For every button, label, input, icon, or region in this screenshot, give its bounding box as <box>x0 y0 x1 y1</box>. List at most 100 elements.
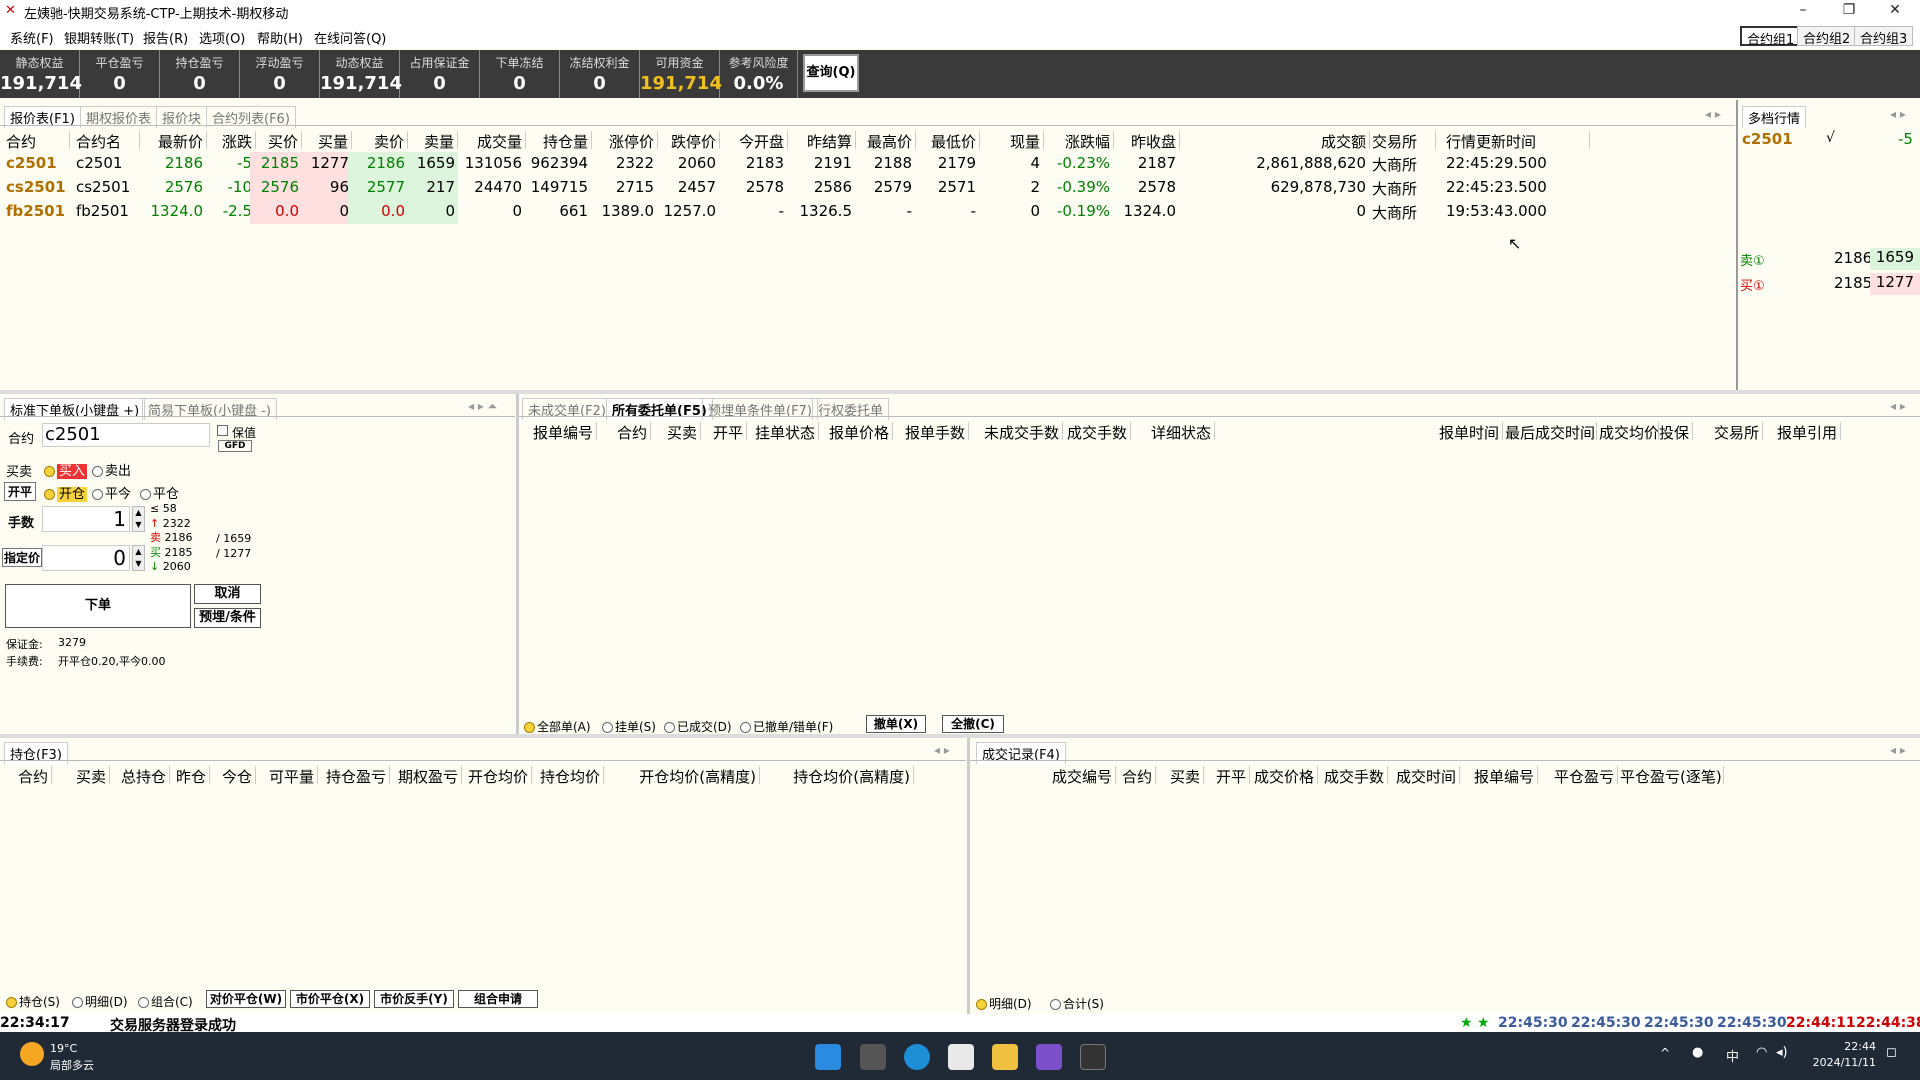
price-input[interactable]: 0 <box>42 545 130 571</box>
header-cell[interactable]: 成交时间 <box>1390 766 1456 787</box>
filter-cancelled-radio[interactable]: 已撤单/错单(F) <box>740 718 850 735</box>
header-cell[interactable]: 总持仓 <box>110 766 166 787</box>
header-cell[interactable]: 昨仓 <box>166 766 206 787</box>
quote-header-cell[interactable]: 成交量 <box>460 131 522 152</box>
start-icon[interactable] <box>815 1044 841 1070</box>
scroll-arrows-icon[interactable]: ◂ ▸ <box>1890 743 1906 757</box>
quote-header-cell[interactable]: 涨停价 <box>594 131 654 152</box>
menu-report[interactable]: 报告(R) <box>143 28 188 47</box>
header-cell[interactable]: 合约 <box>1120 766 1152 787</box>
filter-detail-radio[interactable]: 明细(D) <box>72 993 136 1010</box>
header-cell[interactable]: 买卖 <box>1156 766 1200 787</box>
market-close-button[interactable]: 市价平仓(X) <box>290 990 370 1008</box>
header-cell[interactable]: 成交编号 <box>1046 766 1112 787</box>
quote-header-cell[interactable]: 今开盘 <box>720 131 784 152</box>
quantity-input[interactable]: 1 <box>42 506 130 532</box>
quote-header-cell[interactable]: 跌停价 <box>656 131 716 152</box>
tray-chevron-icon[interactable]: ^ <box>1660 1046 1670 1060</box>
tab-depth-quote[interactable]: 多档行情 <box>1742 106 1807 128</box>
quote-header-cell[interactable]: 买价 <box>254 131 298 152</box>
gfd-button[interactable]: GFD <box>218 440 252 452</box>
trades-total-radio[interactable]: 合计(S) <box>1050 995 1120 1012</box>
header-cell[interactable]: 成交均价 <box>1599 422 1659 443</box>
header-cell[interactable]: 可平量 <box>264 766 314 787</box>
sell-radio[interactable]: 卖出 <box>92 460 131 479</box>
header-cell[interactable]: 合约 <box>4 766 48 787</box>
header-cell[interactable]: 详细状态 <box>1135 422 1211 443</box>
header-cell[interactable]: 报单编号 <box>1470 766 1534 787</box>
trades-detail-radio[interactable]: 明细(D) <box>976 995 1046 1012</box>
header-cell[interactable]: 交易所 <box>1705 422 1759 443</box>
menu-help[interactable]: 帮助(H) <box>257 28 303 47</box>
header-cell[interactable]: 买卖 <box>66 766 106 787</box>
quote-row[interactable]: fb2501 fb2501 1324.0 -2.5 0.0 0 0.0 0 0 661 1389.0… <box>0 200 1735 224</box>
edge-icon[interactable] <box>904 1044 930 1070</box>
notification-icon[interactable]: ◻ <box>1886 1045 1897 1060</box>
quote-header-cell[interactable]: 持仓量 <box>526 131 588 152</box>
header-cell[interactable]: 持仓盈亏 <box>320 766 386 787</box>
quote-header-cell[interactable]: 卖量 <box>410 131 454 152</box>
scroll-arrows-icon[interactable]: ◂ ▸ <box>1890 107 1906 121</box>
header-cell[interactable]: 报单时间 <box>1419 422 1499 443</box>
header-cell[interactable]: 成交手数 <box>1065 422 1127 443</box>
quote-header-cell[interactable]: 交易所 <box>1372 131 1432 152</box>
file-explorer-icon[interactable] <box>992 1044 1018 1070</box>
quantity-stepper[interactable]: ▲ ▼ <box>132 506 145 532</box>
minimize-icon[interactable]: – <box>1780 0 1826 22</box>
quote-header-cell[interactable]: 涨跌 <box>208 131 252 152</box>
price-stepper[interactable]: ▲ ▼ <box>132 545 145 571</box>
contract-input[interactable]: c2501 <box>42 423 210 447</box>
scroll-arrows-icon[interactable]: ◂ ▸ ⏶ <box>468 399 497 414</box>
header-cell[interactable]: 持仓均价(高精度) <box>760 766 910 787</box>
menu-options[interactable]: 选项(O) <box>199 28 245 47</box>
quote-header-cell[interactable]: 合约 <box>6 131 66 152</box>
menu-system[interactable]: 系统(F) <box>10 28 54 47</box>
header-cell[interactable]: 成交手数 <box>1320 766 1384 787</box>
price-type-button[interactable]: 指定价 <box>2 548 43 567</box>
filter-pending-radio[interactable]: 挂单(S) <box>602 718 662 735</box>
close-radio[interactable]: 平仓 <box>140 483 179 502</box>
query-button[interactable]: 查询(Q) <box>803 54 859 92</box>
header-cell[interactable]: 平仓盈亏 <box>1538 766 1614 787</box>
header-cell[interactable]: 平仓盈亏(逐笔) <box>1620 766 1722 787</box>
header-cell[interactable]: 成交价格 <box>1250 766 1314 787</box>
header-cell[interactable]: 挂单状态 <box>749 422 815 443</box>
cancel-all-button[interactable]: 全撤(C) <box>942 715 1004 733</box>
task-view-icon[interactable] <box>860 1044 886 1070</box>
header-cell[interactable]: 开仓均价(高精度) <box>616 766 756 787</box>
quote-header-cell[interactable]: 成交额 <box>1196 131 1366 152</box>
filter-position-radio[interactable]: 持仓(S) <box>6 993 70 1010</box>
filter-all-radio[interactable]: 全部单(A) <box>524 718 604 735</box>
microphone-icon[interactable]: ● <box>1692 1045 1703 1060</box>
quote-row[interactable]: cs2501 cs2501 2576 -10 2576 96 2577 217 24470 149… <box>0 176 1735 200</box>
open-radio[interactable]: 开仓 <box>44 483 88 502</box>
menu-transfer[interactable]: 银期转账(T) <box>64 28 134 47</box>
filter-filled-radio[interactable]: 已成交(D) <box>664 718 734 735</box>
ime-indicator[interactable]: 中 <box>1726 1046 1739 1065</box>
volume-icon[interactable]: ◂) <box>1776 1045 1788 1060</box>
header-cell[interactable]: 最后成交时间 <box>1505 422 1595 443</box>
header-cell[interactable]: 开仓均价 <box>462 766 528 787</box>
header-cell[interactable]: 期权盈亏 <box>392 766 458 787</box>
hedge-checkbox[interactable] <box>217 425 228 436</box>
trading-app-icon[interactable] <box>948 1044 974 1070</box>
header-cell[interactable]: 开平 <box>1206 766 1246 787</box>
buy-radio[interactable]: 买入 <box>44 460 88 479</box>
contract-group-1-button[interactable]: 合约组1 <box>1740 26 1802 48</box>
quote-header-cell[interactable]: 最新价 <box>148 131 203 152</box>
quote-header-cell[interactable]: 涨跌幅 <box>1056 131 1110 152</box>
wifi-icon[interactable]: ◠ <box>1756 1045 1767 1060</box>
counter-close-button[interactable]: 对价平仓(W) <box>206 990 286 1008</box>
restore-icon[interactable]: ❐ <box>1826 0 1872 22</box>
close-today-radio[interactable]: 平今 <box>92 483 131 502</box>
terminal-icon[interactable] <box>1080 1044 1106 1070</box>
combo-request-button[interactable]: 组合申请 <box>458 990 538 1008</box>
quote-header-cell[interactable]: 行情更新时间 <box>1446 131 1586 152</box>
quote-header-cell[interactable]: 昨结算 <box>790 131 852 152</box>
quote-header-cell[interactable]: 卖价 <box>352 131 404 152</box>
cancel-button[interactable]: 取消 <box>194 584 261 604</box>
header-cell[interactable]: 开平 <box>703 422 743 443</box>
scroll-arrows-icon[interactable]: ◂ ▸ <box>1705 107 1721 121</box>
header-cell[interactable]: 报单手数 <box>897 422 965 443</box>
visual-studio-icon[interactable] <box>1036 1044 1062 1070</box>
